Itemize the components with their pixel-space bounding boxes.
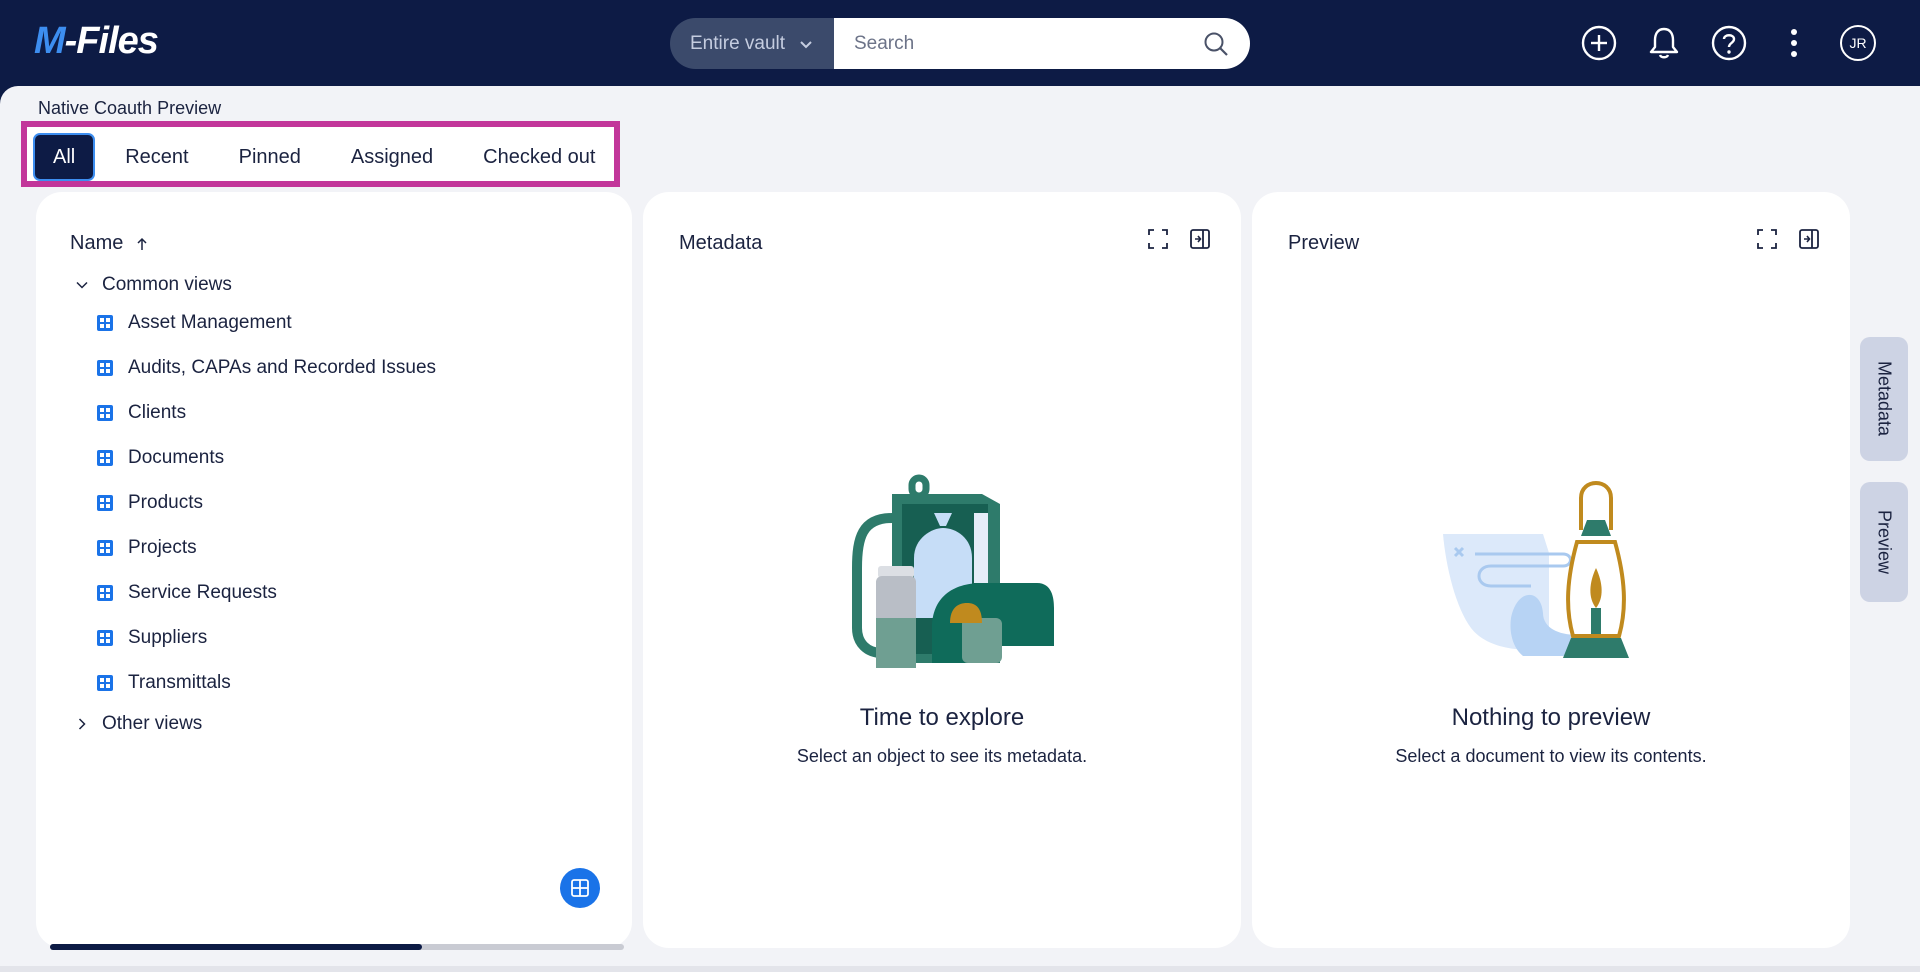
- add-button[interactable]: [1578, 22, 1620, 64]
- view-icon: [97, 674, 113, 691]
- help-button[interactable]: [1708, 22, 1750, 64]
- lantern-illustration: [1443, 481, 1629, 658]
- tab-recent[interactable]: Recent: [105, 133, 208, 181]
- preview-title: Preview: [1288, 232, 1360, 254]
- metadata-empty-subtitle: Select an object to see its metadata.: [796, 746, 1088, 766]
- side-tab-preview[interactable]: Preview: [1860, 482, 1908, 602]
- main-surface: Native Coauth Preview All Recent Pinned …: [0, 86, 1920, 972]
- help-icon: [1711, 25, 1747, 61]
- horizontal-scrollbar[interactable]: [50, 944, 624, 950]
- bottom-edge: [0, 966, 1920, 972]
- tree-item-projects[interactable]: Projects: [70, 525, 610, 570]
- search-input[interactable]: [854, 32, 1202, 55]
- view-tree: Common views Asset Management Audits, CA…: [70, 270, 610, 741]
- top-bar: M-Files Entire vault JR: [0, 0, 1920, 86]
- preview-empty-subtitle: Select a document to view its contents.: [1395, 746, 1707, 766]
- tree-group-other-views[interactable]: Other views: [70, 707, 610, 741]
- vault-name: Native Coauth Preview: [38, 98, 222, 118]
- bell-icon: [1649, 27, 1679, 59]
- view-icon: [97, 629, 113, 646]
- collapse-panel-icon: [1190, 229, 1210, 249]
- search-field: [834, 18, 1250, 69]
- backpack-illustration: [852, 474, 1054, 668]
- search-bar: Entire vault: [670, 18, 1250, 69]
- notifications-button[interactable]: [1643, 22, 1685, 64]
- view-tabs: All Recent Pinned Assigned Checked out: [33, 133, 625, 181]
- metadata-maximize-button[interactable]: [1147, 228, 1169, 250]
- preview-collapse-button[interactable]: [1798, 228, 1820, 250]
- search-icon[interactable]: [1202, 30, 1230, 58]
- chevron-down-icon: [76, 281, 88, 289]
- tree-item-products[interactable]: Products: [70, 480, 610, 525]
- view-icon: [97, 494, 113, 511]
- search-scope-select[interactable]: Entire vault: [670, 18, 834, 69]
- more-options-button[interactable]: [1773, 22, 1815, 64]
- collapse-panel-icon: [1799, 229, 1819, 249]
- tree-item-suppliers[interactable]: Suppliers: [70, 615, 610, 660]
- chevron-down-icon: [800, 40, 812, 48]
- user-avatar[interactable]: JR: [1840, 25, 1876, 61]
- tab-pinned[interactable]: Pinned: [219, 133, 321, 181]
- view-icon: [97, 404, 113, 421]
- metadata-actions: [1147, 228, 1211, 250]
- chevron-right-icon: [78, 718, 86, 730]
- preview-pane: Preview Nothing to preview Select a docu…: [1252, 192, 1850, 948]
- metadata-collapse-button[interactable]: [1189, 228, 1211, 250]
- preview-maximize-button[interactable]: [1756, 228, 1778, 250]
- metadata-empty-title: Time to explore: [859, 704, 1025, 731]
- m-files-logo[interactable]: M-Files: [34, 20, 159, 63]
- maximize-icon: [1757, 229, 1777, 249]
- search-scope-label: Entire vault: [690, 32, 786, 54]
- view-icon: [97, 449, 113, 466]
- more-vertical-icon: [1791, 29, 1797, 57]
- tree-item-service-requests[interactable]: Service Requests: [70, 570, 610, 615]
- tree-item-transmittals[interactable]: Transmittals: [70, 660, 610, 705]
- scrollbar-thumb[interactable]: [50, 944, 422, 950]
- tree-group-common-views[interactable]: Common views: [70, 270, 610, 300]
- metadata-pane: Metadata Time to explore Select an objec…: [643, 192, 1241, 948]
- tab-all[interactable]: All: [33, 133, 96, 181]
- metadata-title: Metadata: [679, 232, 763, 254]
- tree-item-audits-capas[interactable]: Audits, CAPAs and Recorded Issues: [70, 345, 610, 390]
- tree-item-asset-management[interactable]: Asset Management: [70, 300, 610, 345]
- navigation-pane: Name Common views Asset Management Audit…: [36, 192, 632, 950]
- view-icon: [97, 314, 113, 331]
- preview-empty-title: Nothing to preview: [1451, 704, 1651, 731]
- tab-checked-out[interactable]: Checked out: [463, 133, 615, 181]
- preview-actions: [1756, 228, 1820, 250]
- view-mode-button[interactable]: [560, 868, 600, 908]
- side-tab-metadata[interactable]: Metadata: [1860, 337, 1908, 461]
- view-icon: [97, 539, 113, 556]
- view-icon: [97, 359, 113, 376]
- view-icon: [97, 584, 113, 601]
- maximize-icon: [1148, 229, 1168, 249]
- add-icon: [1581, 25, 1617, 61]
- name-column-header[interactable]: Name: [70, 232, 149, 255]
- grid-view-icon: [571, 879, 589, 897]
- tab-assigned[interactable]: Assigned: [331, 133, 453, 181]
- tree-item-clients[interactable]: Clients: [70, 390, 610, 435]
- tree-item-documents[interactable]: Documents: [70, 435, 610, 480]
- sort-ascending-icon: [137, 237, 147, 250]
